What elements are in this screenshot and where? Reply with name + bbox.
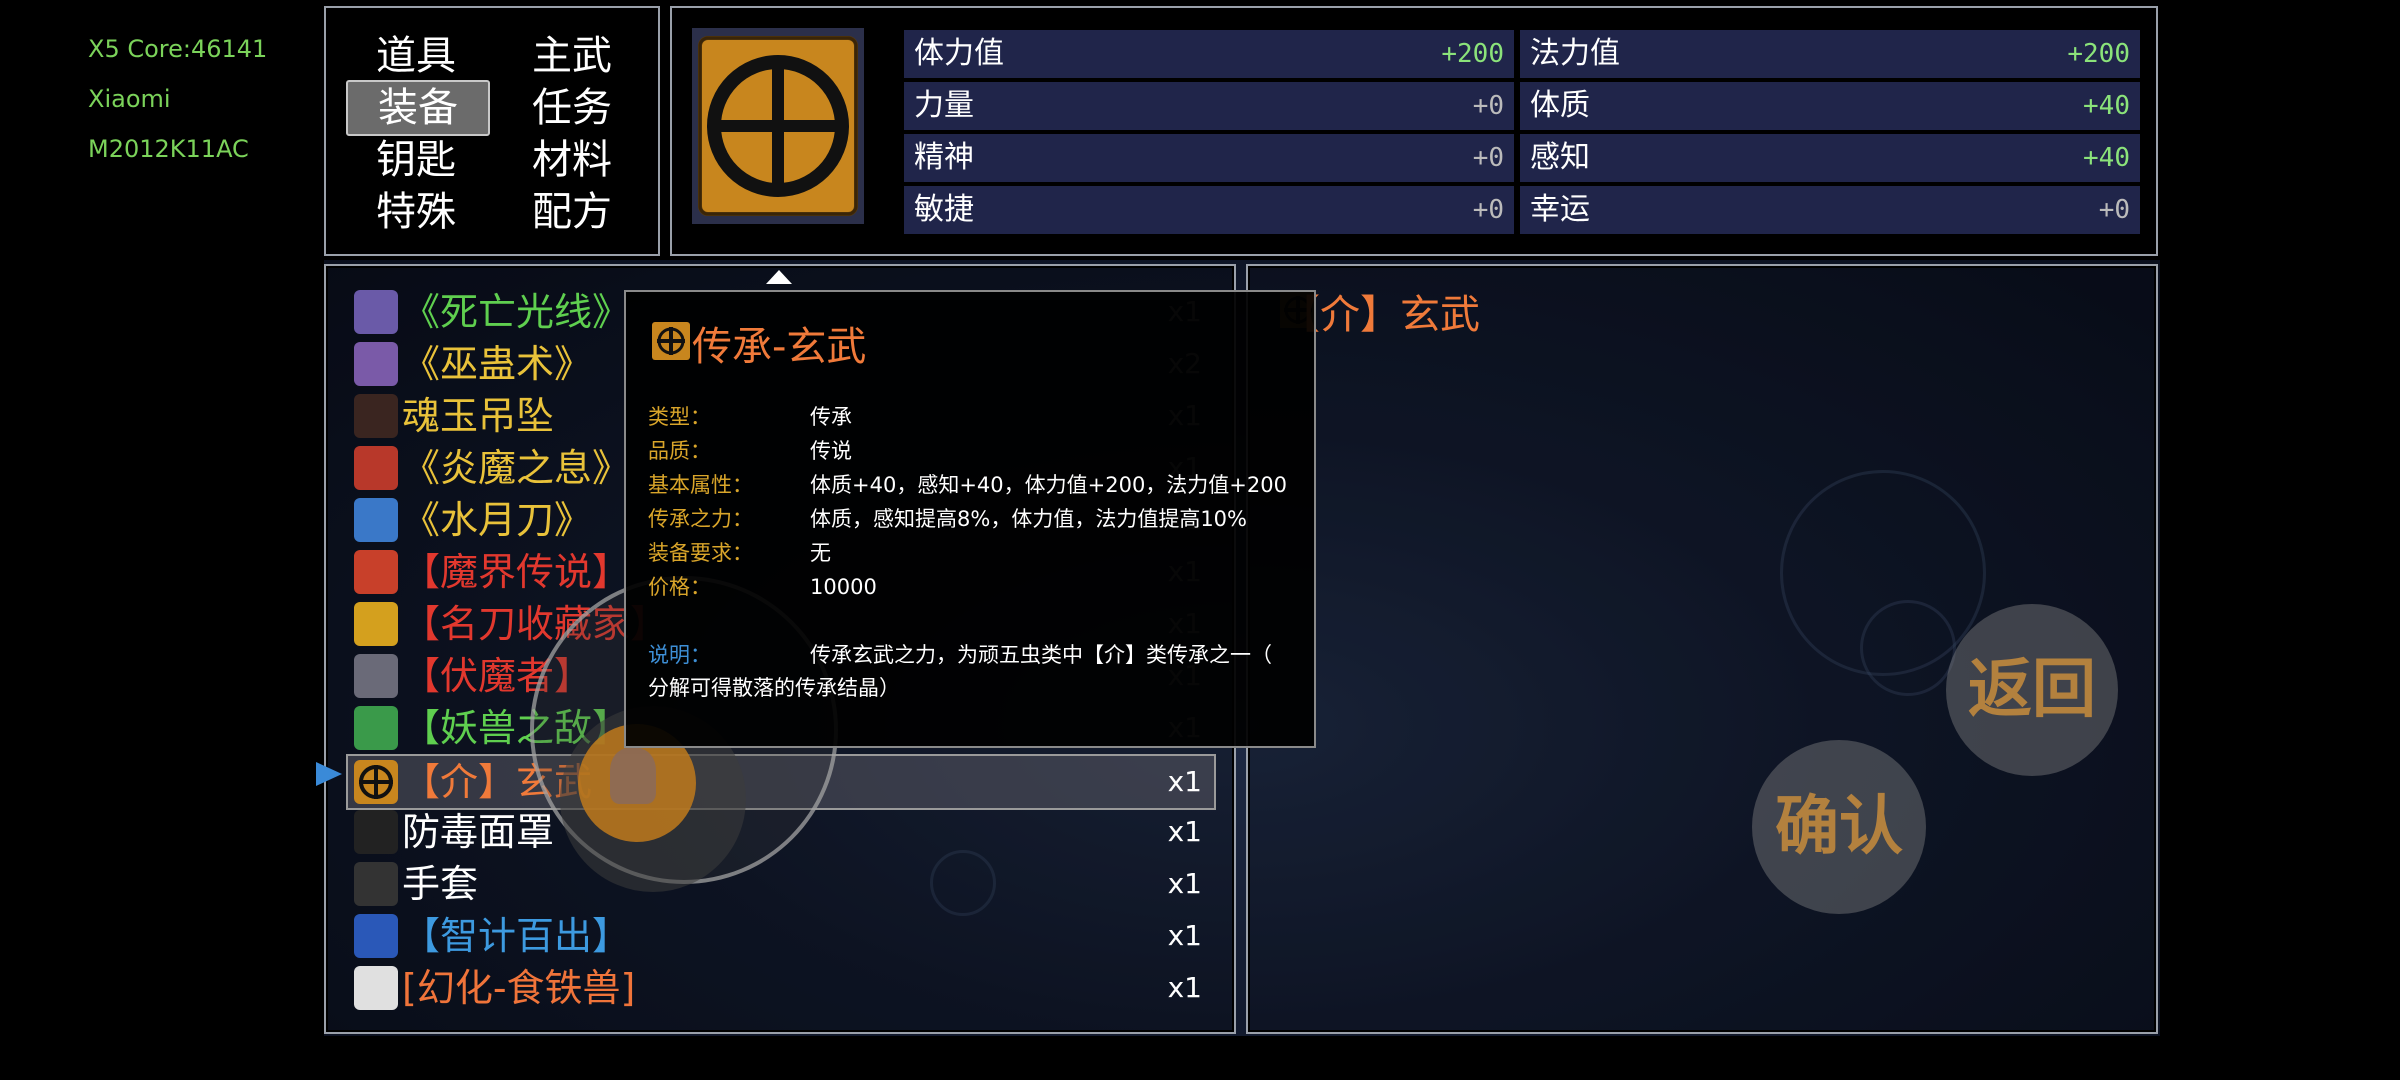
confirm-button-label: 确认 xyxy=(1775,789,1903,864)
item-name: 《巫蛊术》 xyxy=(402,342,593,386)
skull-icon xyxy=(354,654,398,698)
tooltip-key: 装备要求： xyxy=(648,541,753,565)
device-model: M2012K11AC xyxy=(88,135,249,163)
stat-agility: 敏捷 +0 xyxy=(904,186,1514,234)
category-quests[interactable]: 任务 xyxy=(502,82,642,134)
item-qty: x1 xyxy=(1167,919,1202,952)
stat-value: +200 xyxy=(1441,39,1504,69)
stat-perception: 感知 +40 xyxy=(1520,134,2140,182)
stat-label: 感知 xyxy=(1530,140,1590,175)
stat-value: +40 xyxy=(2083,143,2130,173)
list-item[interactable]: 【智计百出】 x1 xyxy=(348,910,1214,962)
back-button[interactable]: 返回 xyxy=(1946,604,2118,776)
tooltip-key: 基本属性： xyxy=(648,473,753,497)
tooltip-key: 品质： xyxy=(648,439,711,463)
item-name: 手套 xyxy=(402,862,479,906)
cross-wheel-icon xyxy=(354,760,398,804)
item-qty: x1 xyxy=(1167,971,1202,1004)
stat-label: 精神 xyxy=(914,140,974,175)
tooltip-value: 体质，感知提高8%，体力值，法力值提高10% xyxy=(810,507,1247,531)
confirm-button[interactable]: 确认 xyxy=(1752,740,1926,914)
list-item[interactable]: 手套 x1 xyxy=(348,858,1214,910)
stat-constitution: 体质 +40 xyxy=(1520,82,2140,130)
player-sprite xyxy=(610,748,656,804)
biohazard-icon xyxy=(354,914,398,958)
device-brand: Xiaomi xyxy=(88,85,171,113)
tooltip-value: 无 xyxy=(810,541,831,565)
stat-strength: 力量 +0 xyxy=(904,82,1514,130)
panda-icon xyxy=(354,966,398,1010)
tooltip-desc-key: 说明： xyxy=(648,643,711,667)
tooltip-desc-line1: 传承玄武之力，为顽五虫类中【介】类传承之一（ xyxy=(810,643,1272,667)
category-keys[interactable]: 钥匙 xyxy=(346,134,486,186)
stat-luck: 幸运 +0 xyxy=(1520,186,2140,234)
tooltip-key: 传承之力： xyxy=(648,507,753,531)
tooltip-value: 传说 xyxy=(810,439,852,463)
list-item[interactable]: [幻化-食铁兽] x1 xyxy=(348,962,1214,1014)
item-name: 防毒面罩 xyxy=(402,810,555,854)
back-button-label: 返回 xyxy=(1968,652,2096,727)
device-core: X5 Core:46141 xyxy=(88,35,268,63)
category-equipment[interactable]: 装备 xyxy=(346,80,490,136)
category-main-weapon[interactable]: 主武 xyxy=(502,30,642,82)
tooltip-value: 体质+40，感知+40，体力值+200，法力值+200 xyxy=(810,473,1287,497)
scroll-up-icon[interactable] xyxy=(766,270,792,284)
stat-label: 法力值 xyxy=(1530,36,1620,71)
item-name: [幻化-食铁兽] xyxy=(402,966,636,1010)
tooltip-value: 传承 xyxy=(810,405,852,429)
stat-hp: 体力值 +200 xyxy=(904,30,1514,78)
tooltip-desc-line2: 分解可得散落的传承结晶） xyxy=(648,676,900,700)
item-qty: x1 xyxy=(1167,765,1202,798)
glove-icon xyxy=(354,862,398,906)
category-props[interactable]: 道具 xyxy=(346,30,486,82)
tooltip-value: 10000 xyxy=(810,575,877,599)
item-name: 【魔界传说】 xyxy=(402,550,631,594)
flame-icon xyxy=(354,446,398,490)
mask-icon xyxy=(354,810,398,854)
stats-panel: 体力值 +200 法力值 +200 力量 +0 体质 +40 精神 +0 感知 … xyxy=(670,6,2158,256)
stat-value: +0 xyxy=(1472,91,1504,121)
spiral-icon xyxy=(354,550,398,594)
tooltip-key: 类型： xyxy=(648,405,711,429)
item-name: 《死亡光线》 xyxy=(402,290,631,334)
item-qty: x1 xyxy=(1167,867,1202,900)
item-name: 【智计百出】 xyxy=(402,914,631,958)
stat-value: +200 xyxy=(2067,39,2130,69)
category-materials[interactable]: 材料 xyxy=(502,134,642,186)
device-info: X5 Core:46141 Xiaomi M2012K11AC xyxy=(88,24,267,174)
stat-mp: 法力值 +200 xyxy=(1520,30,2140,78)
stat-value: +0 xyxy=(1472,143,1504,173)
item-qty: x1 xyxy=(1167,815,1202,848)
tooltip-key: 价格： xyxy=(648,575,711,599)
stat-spirit: 精神 +0 xyxy=(904,134,1514,182)
item-name: 《炎魔之息》 xyxy=(402,446,631,490)
crescent-icon xyxy=(354,290,398,334)
stat-label: 体质 xyxy=(1530,88,1590,123)
item-name: 《水月刀》 xyxy=(402,498,593,542)
pendant-icon xyxy=(354,394,398,438)
stat-value: +40 xyxy=(2083,91,2130,121)
item-name: 魂玉吊坠 xyxy=(402,394,555,438)
cross-wheel-icon xyxy=(692,28,864,224)
cross-wheel-icon xyxy=(652,322,690,360)
stat-value: +0 xyxy=(1472,195,1504,225)
blade-icon xyxy=(354,498,398,542)
category-recipes[interactable]: 配方 xyxy=(502,186,642,238)
tooltip-title: 传承-玄武 xyxy=(692,324,867,370)
category-menu: 道具 主武 装备 任务 钥匙 材料 特殊 配方 xyxy=(324,6,660,256)
selection-cursor-icon xyxy=(316,762,342,786)
category-special[interactable]: 特殊 xyxy=(346,186,486,238)
stat-value: +0 xyxy=(2098,195,2130,225)
feather-icon xyxy=(354,342,398,386)
stat-label: 力量 xyxy=(914,88,974,123)
item-tooltip: 传承-玄武 类型： 传承 品质： 传说 基本属性： 体质+40，感知+40，体力… xyxy=(624,290,1316,748)
stat-label: 幸运 xyxy=(1530,192,1590,227)
beast-icon xyxy=(354,706,398,750)
stat-label: 体力值 xyxy=(914,36,1004,71)
crossed-swords-icon xyxy=(354,602,398,646)
stat-label: 敏捷 xyxy=(914,192,974,227)
